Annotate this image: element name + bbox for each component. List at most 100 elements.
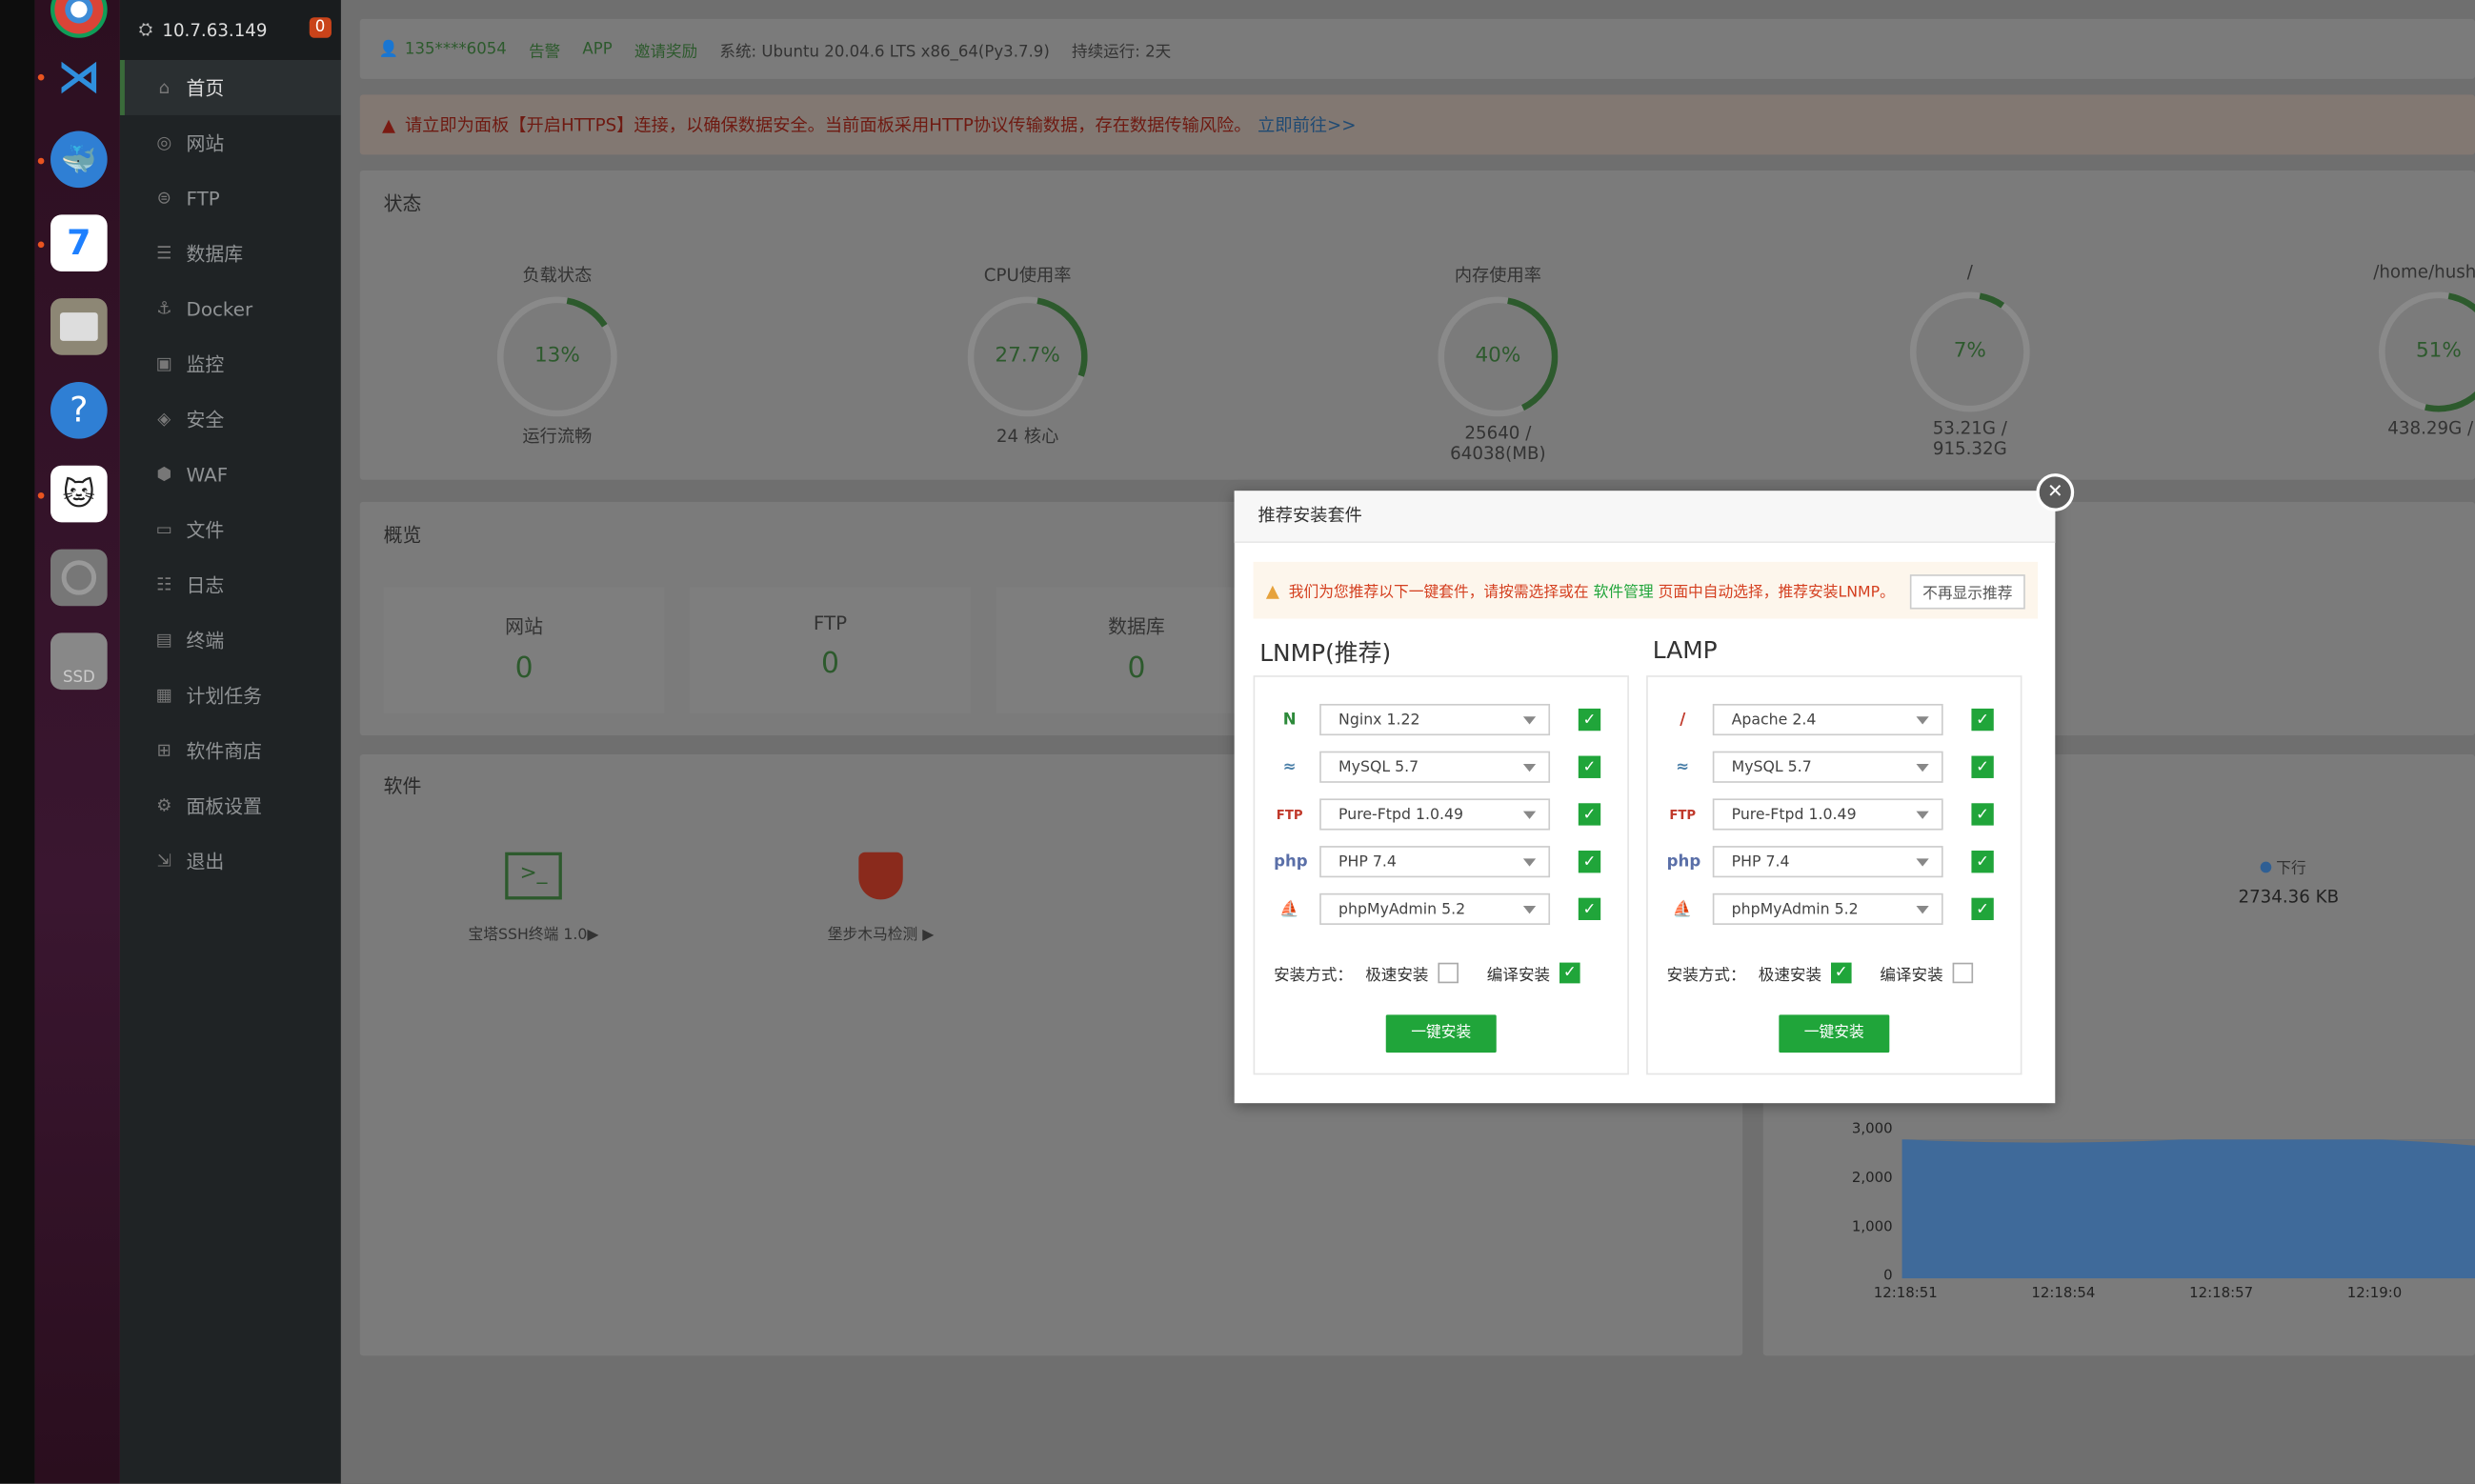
- sidebar-item-3[interactable]: ☰ 数据库: [120, 226, 341, 281]
- help-icon[interactable]: ?: [50, 381, 108, 439]
- package-logo-icon: ≈: [1282, 758, 1297, 776]
- ssd-icon[interactable]: SSD: [50, 632, 108, 691]
- docker-icon[interactable]: 🐳: [50, 130, 108, 189]
- close-icon[interactable]: ✕: [2036, 473, 2075, 511]
- cat-icon[interactable]: 🐱: [50, 465, 108, 523]
- package-version-select[interactable]: MySQL 5.7: [1319, 751, 1551, 783]
- user-icon: 👤: [378, 40, 399, 58]
- package-version-value: Nginx 1.22: [1338, 711, 1420, 729]
- sidebar-item-4[interactable]: ⚓ Docker: [120, 281, 341, 336]
- sidebar-item-14[interactable]: ⇲ 退出: [120, 833, 341, 889]
- waf-icon: ⬢: [156, 464, 172, 485]
- compile-install-label: 编译安装: [1486, 967, 1551, 985]
- gauge-value: 40%: [1475, 344, 1521, 369]
- sidebar-item-1[interactable]: ◎ 网站: [120, 115, 341, 170]
- disc-icon[interactable]: [50, 549, 108, 607]
- gauge-ring: 51%: [2378, 291, 2475, 412]
- sidebar-item-0[interactable]: ⌂ 首页: [119, 59, 341, 115]
- sidebar-item-label: 数据库: [186, 243, 244, 266]
- sidebar-item-10[interactable]: ▤ 终端: [120, 612, 341, 668]
- gauge-label: 负载状态: [522, 265, 593, 286]
- package-checkbox[interactable]: ✓: [1578, 755, 1601, 778]
- package-checkbox[interactable]: ✓: [1971, 897, 1994, 920]
- uptime-info: 持续运行: 2天: [1072, 43, 1172, 61]
- chevron-down-icon: [1916, 763, 1929, 772]
- fast-install-checkbox[interactable]: ✓: [1831, 962, 1852, 984]
- chrome-icon[interactable]: [50, 0, 108, 38]
- sidebar-item-6[interactable]: ◈ 安全: [120, 391, 341, 447]
- overview-label: 网站: [505, 615, 543, 638]
- install-mode: 安装方式： 极速安装 ✓ 编译安装: [1667, 961, 1974, 985]
- sidebar-item-9[interactable]: ☷ 日志: [120, 557, 341, 612]
- sidebar-item-7[interactable]: ⬢ WAF: [120, 447, 341, 502]
- compile-install-checkbox[interactable]: [1952, 962, 1974, 984]
- sidebar-item-label: 网站: [186, 132, 225, 155]
- app-link[interactable]: APP: [582, 40, 612, 57]
- package-row: php PHP 7.4 ✓: [1274, 844, 1601, 878]
- package-version-select[interactable]: Pure-Ftpd 1.0.49: [1712, 798, 1943, 831]
- compile-install-checkbox[interactable]: ✓: [1559, 962, 1580, 984]
- status-gauge[interactable]: /home/hushum 51% 438.29G / 9: [2367, 262, 2475, 439]
- sidebar-item-2[interactable]: ⊜ FTP: [120, 170, 341, 226]
- invite-link[interactable]: 邀请奖励: [634, 37, 697, 61]
- status-gauge[interactable]: CPU使用率 27.7% 24 核心: [956, 262, 1098, 449]
- overview-value: 0: [514, 652, 533, 686]
- sidebar-item-11[interactable]: ▦ 计划任务: [120, 668, 341, 723]
- package-checkbox[interactable]: ✓: [1971, 851, 1994, 873]
- y-tick: 1,000: [1851, 1219, 1893, 1236]
- sidebar-item-12[interactable]: ⊞ 软件商店: [120, 723, 341, 778]
- package-version-select[interactable]: PHP 7.4: [1712, 846, 1943, 878]
- todesk-icon[interactable]: 7: [50, 214, 108, 271]
- trojan-scan-label: 堡步木马检测 ▶: [827, 926, 935, 944]
- vscode-icon[interactable]: ⋊: [50, 48, 108, 105]
- package-checkbox[interactable]: ✓: [1578, 897, 1601, 920]
- alert-link[interactable]: 告警: [529, 37, 560, 61]
- top-info-bar: 👤 135****6054 告警 APP 邀请奖励 系统: Ubuntu 20.…: [359, 18, 2475, 79]
- package-checkbox[interactable]: ✓: [1971, 708, 1994, 732]
- notification-badge[interactable]: 0: [309, 17, 332, 38]
- one-click-install-button[interactable]: 一键安装: [1779, 1014, 1890, 1053]
- sidebar-item-label: 终端: [186, 630, 225, 652]
- package-checkbox[interactable]: ✓: [1578, 708, 1601, 732]
- folder-icon: ▭: [155, 519, 172, 540]
- gauge-sub: 438.29G / 9: [2387, 418, 2475, 439]
- status-gauge[interactable]: / 7% 53.21G / 915.32G: [1899, 262, 2041, 459]
- overview-card[interactable]: 网站 0: [383, 587, 665, 713]
- package-checkbox[interactable]: ✓: [1578, 851, 1601, 873]
- sidebar-item-13[interactable]: ⚙ 面板设置: [120, 778, 341, 833]
- status-gauge[interactable]: 内存使用率 40% 25640 / 64038(MB): [1427, 262, 1569, 464]
- files-icon[interactable]: [50, 298, 108, 355]
- package-version-select[interactable]: phpMyAdmin 5.2: [1319, 892, 1551, 925]
- package-checkbox[interactable]: ✓: [1971, 755, 1994, 778]
- package-version-select[interactable]: MySQL 5.7: [1712, 751, 1943, 783]
- sidebar-item-5[interactable]: ▣ 监控: [120, 336, 341, 391]
- sidebar-item-label: FTP: [186, 187, 220, 210]
- package-version-select[interactable]: Pure-Ftpd 1.0.49: [1319, 798, 1551, 831]
- status-gauge[interactable]: 负载状态 13% 运行流畅: [486, 262, 628, 449]
- one-click-install-button[interactable]: 一键安装: [1385, 1014, 1497, 1053]
- chevron-down-icon: [1522, 858, 1537, 867]
- package-checkbox[interactable]: ✓: [1971, 803, 1994, 826]
- https-go-link[interactable]: 立即前往>>: [1258, 112, 1356, 138]
- package-version-select[interactable]: Nginx 1.22: [1319, 703, 1551, 736]
- package-version-value: MySQL 5.7: [1731, 758, 1812, 776]
- ssh-terminal-app[interactable]: >_ 宝塔SSH终端 1.0▶: [454, 852, 613, 944]
- fast-install-checkbox[interactable]: [1438, 962, 1459, 984]
- software-manage-link[interactable]: 软件管理: [1594, 579, 1654, 601]
- package-version-select[interactable]: phpMyAdmin 5.2: [1712, 892, 1943, 925]
- package-version-select[interactable]: PHP 7.4: [1319, 846, 1551, 878]
- trojan-scan-app[interactable]: 堡步木马检测 ▶: [802, 852, 960, 944]
- package-checkbox[interactable]: ✓: [1578, 803, 1601, 826]
- sidebar-item-label: 首页: [186, 77, 225, 100]
- package-version-select[interactable]: Apache 2.4: [1712, 703, 1943, 736]
- gauge-ring: 27.7%: [967, 296, 1088, 417]
- overview-card[interactable]: FTP 0: [690, 587, 971, 713]
- package-logo-icon: FTP: [1276, 807, 1303, 822]
- sidebar-item-8[interactable]: ▭ 文件: [120, 502, 341, 557]
- package-row: ≈ MySQL 5.7 ✓: [1274, 750, 1601, 784]
- user-account[interactable]: 135****6054: [405, 40, 507, 57]
- y-tick: 2,000: [1851, 1171, 1893, 1187]
- package-version-value: phpMyAdmin 5.2: [1731, 900, 1859, 918]
- dismiss-button[interactable]: 不再显示推荐: [1909, 574, 2025, 610]
- calendar-icon: ▦: [155, 685, 172, 706]
